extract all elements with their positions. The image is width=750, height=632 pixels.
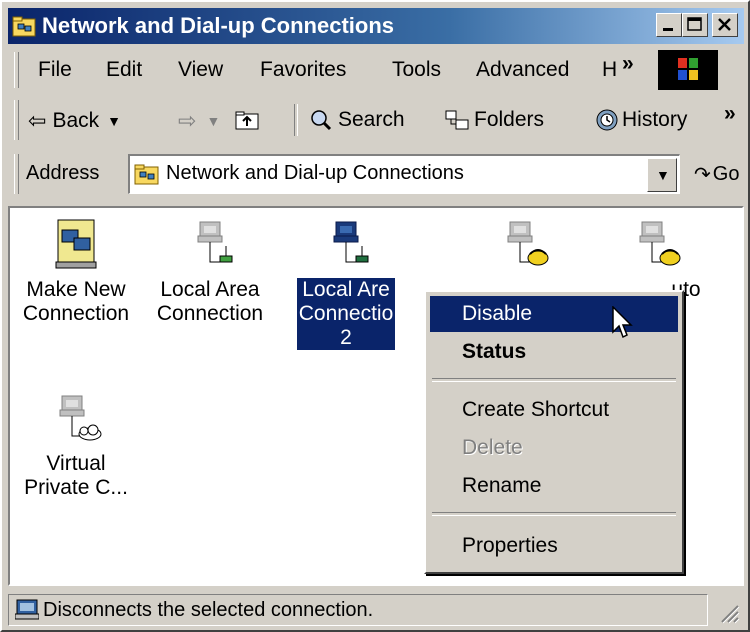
- back-dropdown-icon[interactable]: ▼: [107, 113, 121, 129]
- back-arrow-icon: ⇦: [28, 108, 47, 133]
- search-button[interactable]: Search: [308, 108, 405, 132]
- history-button[interactable]: History: [594, 108, 687, 132]
- connection-item-local-area-2[interactable]: Local Are Connectio 2: [280, 216, 412, 350]
- window-title: Network and Dial-up Connections: [42, 13, 395, 38]
- chevron-down-icon: ▼: [656, 167, 670, 183]
- connection-status-icon: [15, 599, 39, 620]
- up-folder-icon: [235, 111, 259, 130]
- context-menu-create-shortcut[interactable]: Create Shortcut: [430, 392, 678, 428]
- folder-network-icon: [12, 16, 36, 37]
- menu-grip[interactable]: [14, 52, 19, 88]
- context-menu-properties[interactable]: Properties: [430, 528, 678, 564]
- go-label: Go: [712, 163, 740, 185]
- status-field: Disconnects the selected connection.: [8, 594, 708, 626]
- menu-edit[interactable]: Edit: [106, 58, 142, 82]
- make-new-connection-icon: [55, 219, 97, 269]
- forward-dropdown-icon[interactable]: ▼: [206, 113, 220, 129]
- back-button[interactable]: ⇦ Back ▼: [28, 108, 121, 134]
- maximize-button[interactable]: [682, 13, 708, 37]
- mouse-cursor-icon: [612, 306, 633, 339]
- resize-grip-icon[interactable]: [716, 600, 740, 624]
- toolbar-overflow-chevron[interactable]: »: [724, 102, 736, 126]
- go-button[interactable]: ↷ Go: [694, 162, 739, 187]
- search-icon: [311, 110, 332, 131]
- context-menu: Disable Status Create Shortcut Delete Re…: [424, 290, 684, 574]
- menu-advanced[interactable]: Advanced: [476, 58, 569, 82]
- minimize-icon: [663, 28, 673, 31]
- folders-label: Folders: [474, 108, 545, 131]
- up-folder-button[interactable]: [234, 108, 262, 132]
- context-menu-separator: [432, 378, 676, 382]
- folders-button[interactable]: Folders: [444, 108, 544, 132]
- lan-connection-icon: [333, 221, 369, 263]
- forward-button[interactable]: ⇨ ▼: [178, 108, 220, 134]
- address-label: Address: [26, 162, 100, 184]
- menu-view[interactable]: View: [178, 58, 223, 82]
- search-label: Search: [338, 108, 405, 131]
- address-dropdown-button[interactable]: ▼: [647, 158, 677, 192]
- context-menu-disable[interactable]: Disable: [430, 296, 678, 332]
- toolbar-grip[interactable]: [14, 100, 19, 140]
- menu-file[interactable]: File: [38, 58, 72, 82]
- menu-favorites[interactable]: Favorites: [260, 58, 346, 82]
- go-arrow-icon: ↷: [694, 164, 711, 186]
- maximize-icon: [687, 17, 702, 31]
- explorer-window: Network and Dial-up Connections File Edi…: [0, 0, 750, 632]
- context-menu-rename[interactable]: Rename: [430, 468, 678, 504]
- menu-tools[interactable]: Tools: [392, 58, 441, 82]
- menu-overflow-chevron[interactable]: »: [622, 52, 634, 76]
- menu-help[interactable]: H: [602, 58, 617, 82]
- address-value: Network and Dial-up Connections: [166, 162, 464, 184]
- folder-network-icon: [134, 164, 159, 185]
- context-menu-separator: [432, 512, 676, 516]
- close-icon: [718, 18, 731, 31]
- connection-item-local-area[interactable]: Local Area Connection: [144, 216, 276, 326]
- vpn-connection-icon: [59, 395, 102, 441]
- connection-item-vpn[interactable]: Virtual Private C...: [10, 390, 142, 500]
- toolbar-separator: [294, 104, 298, 136]
- title-bar[interactable]: Network and Dial-up Connections: [8, 8, 744, 44]
- windows-logo-icon: [658, 50, 718, 90]
- minimize-button[interactable]: [656, 13, 682, 37]
- address-input[interactable]: Network and Dial-up Connections ▼: [128, 154, 680, 194]
- address-bar: Address Network and Dial-up Connections …: [8, 150, 744, 198]
- connection-item-dialup[interactable]: [458, 216, 590, 290]
- history-label: History: [622, 108, 688, 131]
- status-bar: Disconnects the selected connection.: [8, 594, 744, 628]
- dialup-connection-icon: [639, 221, 681, 266]
- connection-label: Local Area Connection: [156, 278, 264, 325]
- forward-arrow-icon: ⇨: [178, 108, 197, 133]
- back-label: Back: [52, 109, 100, 132]
- status-text: Disconnects the selected connection.: [43, 599, 374, 621]
- context-menu-delete[interactable]: Delete: [430, 430, 678, 466]
- context-menu-status[interactable]: Status: [430, 334, 678, 370]
- standard-toolbar: ⇦ Back ▼ ⇨ ▼ Search Folders History »: [8, 96, 744, 144]
- folders-icon: [445, 110, 469, 130]
- connection-item-make-new[interactable]: Make New Connection: [10, 216, 142, 326]
- connection-label: Virtual Private C...: [24, 452, 128, 499]
- connection-label: Local Are Connectio 2: [296, 278, 396, 350]
- history-icon: [596, 109, 618, 131]
- close-button[interactable]: [712, 13, 738, 37]
- address-grip[interactable]: [14, 154, 19, 194]
- dialup-connection-icon: [507, 221, 549, 266]
- connection-label: Make New Connection: [22, 278, 130, 325]
- menu-bar: File Edit View Favorites Tools Advanced …: [8, 48, 744, 92]
- lan-connection-icon: [197, 221, 233, 263]
